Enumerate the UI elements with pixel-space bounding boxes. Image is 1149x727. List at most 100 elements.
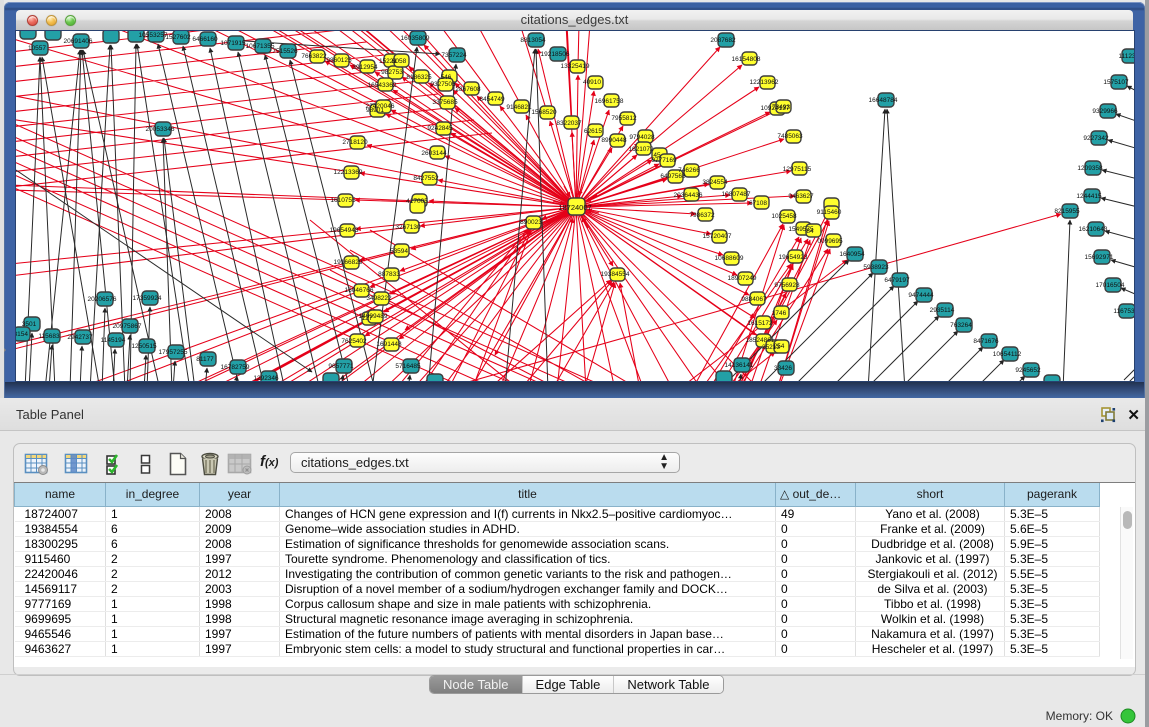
svg-text:16035809: 16035809	[401, 35, 430, 42]
svg-text:9115460: 9115460	[817, 209, 842, 216]
svg-text:1621072: 1621072	[628, 146, 654, 153]
svg-text:33154: 33154	[16, 331, 28, 338]
svg-text:6466160: 6466160	[192, 36, 218, 43]
svg-text:546: 546	[441, 74, 452, 81]
svg-text:16154808: 16154808	[732, 56, 761, 63]
svg-text:1527602: 1527602	[165, 34, 191, 41]
svg-text:17016504: 17016504	[1096, 282, 1125, 289]
svg-text:20691406: 20691406	[64, 38, 93, 45]
svg-text:2942737: 2942737	[67, 334, 93, 341]
svg-text:1615172: 1615172	[747, 320, 773, 327]
svg-text:9884067: 9884067	[741, 296, 767, 303]
svg-text:8322037: 8322037	[556, 120, 582, 127]
svg-text:10553257: 10553257	[139, 32, 168, 39]
svg-text:20206576: 20206576	[88, 296, 117, 303]
svg-text:16046766: 16046766	[345, 287, 374, 294]
svg-text:10671355: 10671355	[246, 43, 275, 50]
svg-text:1244415: 1244415	[1076, 193, 1102, 200]
svg-text:1568520: 1568520	[531, 109, 557, 116]
svg-text:9777169: 9777169	[651, 157, 677, 164]
svg-text:3501: 3501	[22, 321, 37, 328]
svg-text:1071915: 1071915	[220, 40, 246, 47]
svg-text:12213369: 12213369	[334, 169, 363, 176]
svg-text:8454749: 8454749	[479, 96, 505, 103]
svg-text:1640954: 1640954	[839, 251, 865, 258]
svg-text:62615: 62615	[584, 128, 602, 135]
svg-text:1025458: 1025458	[771, 213, 797, 220]
svg-text:9474444: 9474444	[908, 292, 934, 299]
svg-text:0099695: 0099695	[817, 238, 843, 245]
svg-text:20975867: 20975867	[113, 323, 142, 330]
svg-text:1746: 1746	[772, 310, 787, 317]
svg-text:2087682: 2087682	[710, 37, 736, 44]
svg-text:254: 254	[774, 343, 785, 350]
svg-text:8186325: 8186325	[406, 74, 432, 81]
svg-text:1145194: 1145194	[101, 337, 126, 344]
svg-text:7986372: 7986372	[689, 212, 715, 219]
svg-text:16543362: 16543362	[368, 82, 397, 89]
svg-text:3375685: 3375685	[432, 99, 458, 106]
svg-text:3824554: 3824554	[702, 179, 728, 186]
svg-text:22420046: 22420046	[366, 103, 395, 110]
svg-text:13325419: 13325419	[561, 63, 590, 70]
svg-text:115683: 115683	[38, 333, 60, 340]
svg-text:73493: 73493	[772, 104, 790, 111]
svg-text:8990448: 8990448	[601, 137, 627, 144]
svg-text:9860125: 9860125	[326, 57, 352, 64]
svg-text:16961758: 16961758	[595, 98, 624, 105]
svg-text:84: 84	[806, 228, 814, 235]
svg-text:763264: 763264	[950, 322, 972, 329]
svg-text:9327505: 9327505	[430, 81, 456, 88]
svg-text:9245652: 9245652	[1015, 367, 1041, 374]
svg-text:7515526: 7515526	[272, 48, 298, 55]
svg-text:1575107: 1575107	[1103, 79, 1129, 86]
svg-text:1292346: 1292346	[253, 375, 279, 381]
svg-text:9329966: 9329966	[1092, 108, 1118, 115]
svg-text:2603144: 2603144	[421, 150, 447, 157]
svg-text:2718120: 2718120	[342, 139, 368, 146]
svg-text:9756928: 9756928	[774, 282, 800, 289]
svg-text:8427552: 8427552	[413, 175, 439, 182]
svg-text:2867608: 2867608	[455, 86, 481, 93]
svg-text:887833: 887833	[378, 271, 400, 278]
svg-text:15720407: 15720407	[703, 233, 732, 240]
svg-text:7625402: 7625402	[341, 338, 367, 345]
svg-text:1209358: 1209358	[1077, 165, 1103, 172]
svg-text:18907249: 18907249	[728, 275, 757, 282]
svg-text:12975115: 12975115	[783, 166, 812, 173]
svg-text:3498222: 3498222	[366, 295, 392, 302]
svg-text:9657771: 9657771	[328, 363, 354, 370]
svg-text:16648784: 16648784	[869, 97, 898, 104]
svg-text:5938923: 5938923	[863, 264, 889, 271]
svg-text:6479197: 6479197	[884, 277, 910, 284]
svg-text:14099489: 14099489	[359, 313, 388, 320]
svg-text:8813054: 8813054	[520, 37, 546, 44]
svg-text:890023: 890023	[520, 219, 542, 226]
svg-text:17359924: 17359924	[133, 295, 162, 302]
svg-text:18524861: 18524861	[746, 337, 775, 344]
svg-text:116753: 116753	[1113, 308, 1134, 315]
svg-text:7955812: 7955812	[611, 115, 637, 122]
svg-text:40910: 40910	[583, 79, 601, 86]
svg-text:10688609: 10688609	[715, 255, 744, 262]
svg-text:19166829: 19166829	[334, 259, 363, 266]
svg-text:10654112: 10654112	[993, 351, 1022, 358]
svg-text:10557: 10557	[28, 45, 46, 52]
svg-text:6058: 6058	[392, 58, 407, 65]
svg-text:81177: 81177	[196, 356, 214, 363]
svg-text:2935114: 2935114	[930, 307, 955, 314]
svg-text:67108: 67108	[749, 200, 767, 207]
svg-text:15692971: 15692971	[1085, 254, 1114, 261]
svg-text:7663822: 7663822	[301, 53, 327, 60]
svg-text:7485063: 7485063	[777, 133, 803, 140]
svg-text:19384554: 19384554	[601, 271, 630, 278]
svg-text:3267130: 3267130	[395, 224, 421, 231]
svg-text:17957255: 17957255	[159, 349, 188, 356]
svg-text:33426: 33426	[774, 365, 792, 372]
svg-text:1610755: 1610755	[330, 197, 356, 204]
svg-text:982753: 982753	[381, 69, 403, 76]
svg-text:20364436: 20364436	[674, 192, 703, 199]
svg-text:9242845: 9242845	[427, 125, 453, 132]
svg-text:14136141: 14136141	[725, 362, 754, 369]
svg-text:12213962: 12213962	[750, 79, 779, 86]
